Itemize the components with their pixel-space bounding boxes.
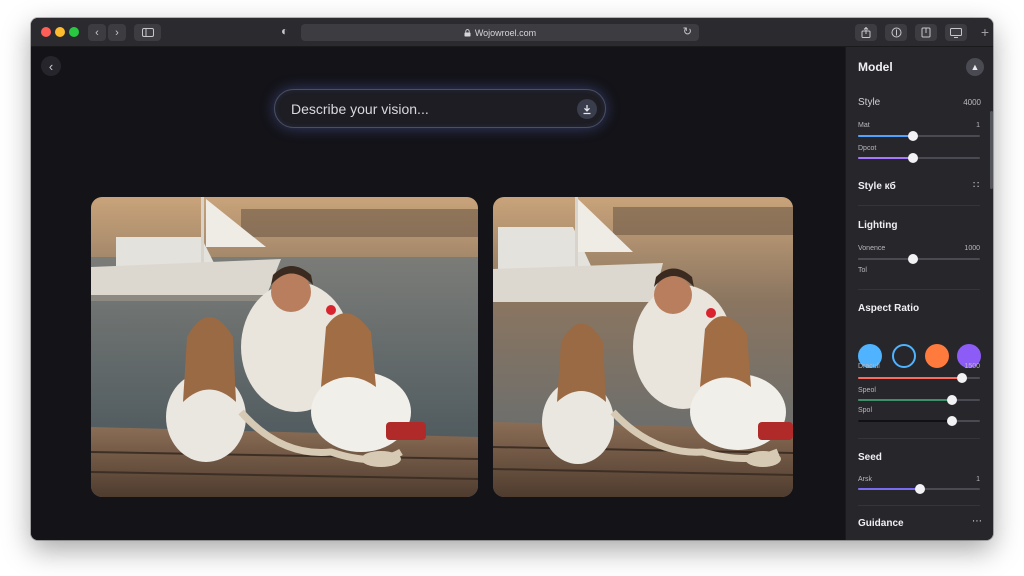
divider <box>858 438 980 439</box>
address-text: Wojowroel.com <box>474 27 537 38</box>
slider-value-vonence: 1000 <box>964 245 980 252</box>
guidance-title: Guidance <box>858 518 904 529</box>
slider-knob[interactable] <box>915 484 926 494</box>
sidebar-icon <box>141 28 154 37</box>
style-label: Style <box>858 97 881 108</box>
generated-image-2[interactable] <box>493 197 793 497</box>
style-section-label: Style кб <box>858 181 896 192</box>
lighting-title: Lighting <box>858 220 898 231</box>
chevron-right-icon: › <box>115 26 119 39</box>
browser-titlebar: ‹ › ◐ Wojowroel.com ↻ + <box>31 18 993 47</box>
extension-icon <box>891 27 901 38</box>
panel-title: Model <box>858 60 893 74</box>
lock-icon <box>464 28 471 36</box>
download-arrow-icon <box>583 104 591 114</box>
maximize-window-button[interactable] <box>69 27 79 37</box>
slider-knob[interactable] <box>907 131 918 141</box>
privacy-shield-icon[interactable]: ◐ <box>281 25 293 37</box>
collapse-panel-button[interactable]: ▲ <box>966 58 984 76</box>
prompt-bar[interactable] <box>274 89 606 128</box>
divider <box>858 505 980 506</box>
seed-title: Seed <box>858 452 882 463</box>
slider-value-arsk: 1 <box>976 476 980 483</box>
prompt-input[interactable] <box>291 98 561 120</box>
slider-knob[interactable] <box>946 416 957 426</box>
slider-label-mat: Mat <box>858 122 870 129</box>
style-value: 4000 <box>963 98 981 107</box>
forward-nav-button[interactable]: › <box>108 24 126 41</box>
divider <box>858 289 980 290</box>
photo-dock-scene <box>493 197 793 497</box>
slider-label-arsk: Arsk <box>858 476 872 483</box>
slider-label-vonence: Vonence <box>858 245 886 252</box>
slider-label-dpcot: Dpcot <box>858 145 877 152</box>
color-swatch-outline[interactable] <box>892 344 916 368</box>
photo-dock-scene <box>91 197 478 497</box>
drag-dots-icon[interactable]: ∷ <box>973 180 979 191</box>
bookmark-button[interactable] <box>915 24 937 41</box>
reload-icon[interactable]: ↻ <box>683 25 692 38</box>
chevron-up-icon: ▲ <box>970 62 980 72</box>
slider-vonence[interactable] <box>858 254 980 264</box>
address-bar[interactable]: Wojowroel.com ↻ <box>301 24 699 41</box>
generate-button[interactable] <box>577 99 597 119</box>
panel-scrollbar[interactable] <box>990 111 993 189</box>
slider-spol[interactable] <box>858 416 980 426</box>
slider-speol[interactable] <box>858 395 980 405</box>
divider <box>858 205 980 206</box>
tab-overview-button[interactable] <box>945 24 967 41</box>
minimize-window-button[interactable] <box>55 27 65 37</box>
back-button[interactable]: ‹ <box>41 56 61 76</box>
close-window-button[interactable] <box>41 27 51 37</box>
settings-panel: Model ▲ Style 4000 Mat 1 Dpcot Style кб … <box>845 47 993 540</box>
slider-mat[interactable] <box>858 131 980 141</box>
slider-arsk[interactable] <box>858 484 980 494</box>
slider-value-dracull: 1500 <box>964 363 980 370</box>
new-tab-icon[interactable]: + <box>981 25 989 39</box>
tabs-icon <box>950 27 962 38</box>
browser-window: ‹ › ◐ Wojowroel.com ↻ + ‹ Describe your … <box>31 18 993 540</box>
aspect-ratio-title: Aspect Ratio <box>858 303 920 314</box>
share-icon <box>861 27 871 38</box>
generated-image-1[interactable] <box>91 197 478 497</box>
slider-knob[interactable] <box>946 395 957 405</box>
chevron-left-icon: ‹ <box>48 58 54 74</box>
slider-label-dracull: Dracull <box>858 363 880 370</box>
main-canvas: ‹ <box>31 47 845 540</box>
chevron-left-icon: ‹ <box>95 26 99 39</box>
slider-dpcot[interactable] <box>858 153 980 163</box>
slider-label-spol: Spol <box>858 407 873 414</box>
more-dots-icon[interactable]: ⋯ <box>972 516 982 527</box>
slider-dracull[interactable] <box>858 373 980 383</box>
slider-label-speol: Speol <box>858 387 876 394</box>
slider-knob[interactable] <box>907 153 918 163</box>
slider-knob[interactable] <box>907 254 918 264</box>
bookmark-icon <box>921 27 931 38</box>
slider-value-mat: 1 <box>976 122 980 129</box>
share-button[interactable] <box>855 24 877 41</box>
slider-knob[interactable] <box>956 373 967 383</box>
lighting-sub-label: Tol <box>858 267 867 274</box>
extension-button[interactable] <box>885 24 907 41</box>
back-nav-button[interactable]: ‹ <box>88 24 106 41</box>
sidebar-toggle-button[interactable] <box>134 24 161 41</box>
